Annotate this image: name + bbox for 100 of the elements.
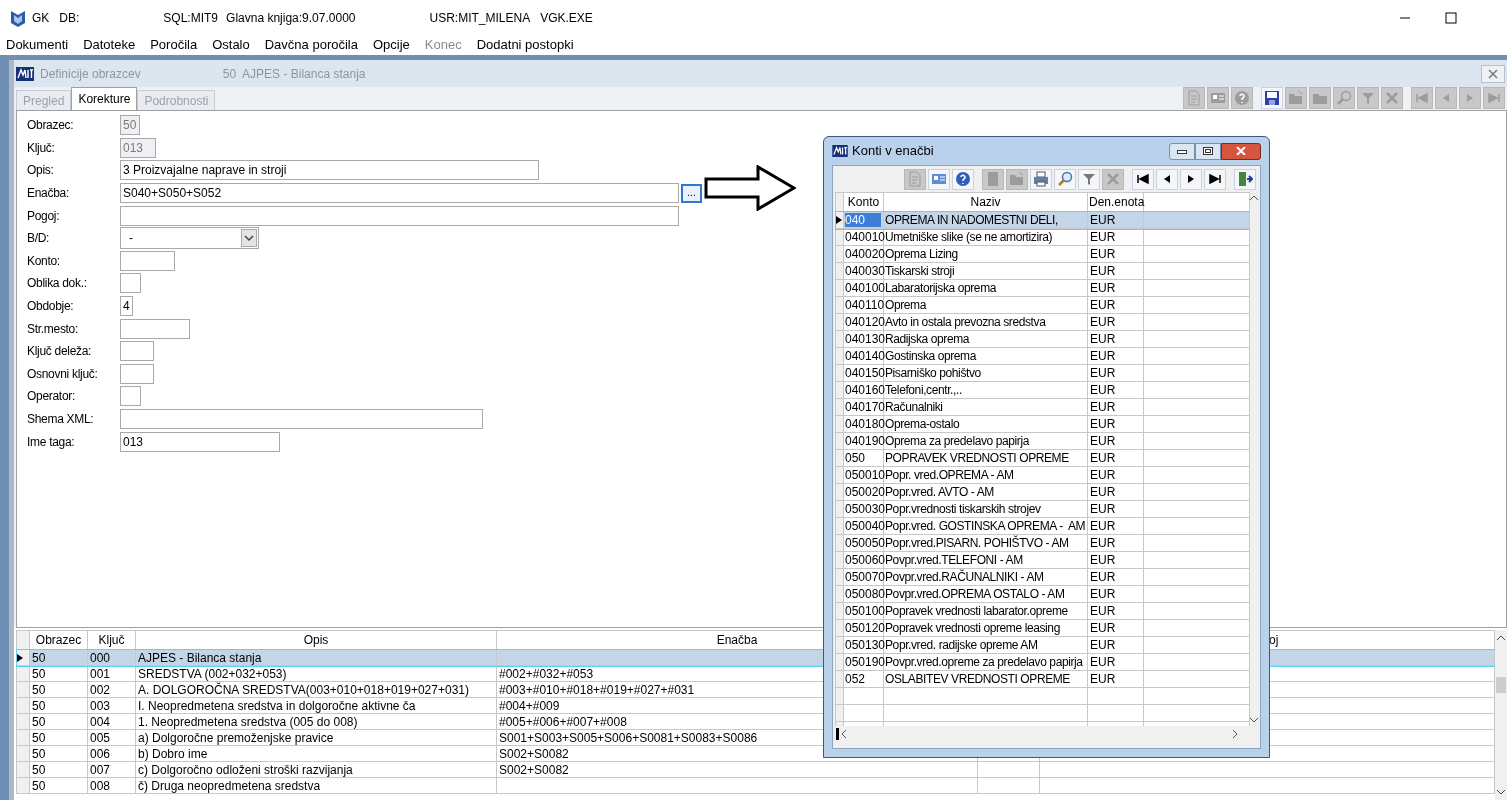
scroll-thumb[interactable] xyxy=(1496,677,1506,693)
table-cell: b) Dobro ime xyxy=(138,746,208,761)
input-field[interactable] xyxy=(120,363,154,384)
input-field[interactable]: 013 xyxy=(120,137,156,158)
table-cell: 050060 xyxy=(845,553,886,567)
table-cell: EUR xyxy=(1090,536,1116,550)
close-button[interactable] xyxy=(1221,142,1261,160)
toolbar-button[interactable] xyxy=(1156,168,1178,190)
input-field[interactable] xyxy=(120,273,141,294)
table-row[interactable]: 040 OPREMA IN NADOMESTNI DELI, EUR xyxy=(835,211,1250,229)
column-header[interactable]: oj xyxy=(1269,633,1279,647)
cross-icon xyxy=(1384,90,1400,106)
table-cell: Umetniške slike (se ne amortizira) xyxy=(885,230,1053,244)
search-icon xyxy=(1057,171,1073,187)
table-cell: 040110 xyxy=(845,298,885,312)
close-icon xyxy=(1236,147,1246,155)
skip-forward-icon xyxy=(1486,90,1502,106)
table-cell: č) Druga neopredmetena sredstva xyxy=(138,778,321,793)
table-cell: S001+S003+S005+S006+S0081+S0083+S0086 xyxy=(499,730,758,745)
input-field[interactable] xyxy=(120,409,483,429)
table-cell: 040120 xyxy=(845,315,886,329)
table-cell: Popravek vrednosti labarator.opreme xyxy=(885,604,1068,618)
table-cell: Radijska oprema xyxy=(885,332,970,346)
table-cell: 050020 xyxy=(845,485,886,499)
table-cell: #003+#010+#018+#019+#027+#031 xyxy=(499,682,695,697)
browse-button[interactable]: ... xyxy=(681,183,702,203)
input-field[interactable]: 50 xyxy=(120,115,140,136)
menu-item[interactable]: Opcije xyxy=(372,35,410,55)
dialog-title: Konti v enačbi xyxy=(852,142,934,161)
table-cell: EUR xyxy=(1090,315,1116,329)
scroll-right-icon[interactable] xyxy=(1232,729,1238,739)
folder-icon xyxy=(1009,171,1025,187)
toolbar-button[interactable] xyxy=(1261,87,1283,109)
table-cell: 050 xyxy=(845,451,866,465)
vertical-scrollbar[interactable] xyxy=(1250,192,1258,726)
table-cell: 040160 xyxy=(845,383,886,397)
vertical-scrollbar[interactable] xyxy=(1495,630,1507,800)
close-icon xyxy=(1487,68,1499,79)
input-field[interactable]: S040+S050+S052 xyxy=(120,183,679,204)
mit-logo-icon xyxy=(16,66,34,81)
input-field[interactable] xyxy=(120,341,154,362)
table-cell: 040150 xyxy=(845,366,886,380)
menu-item[interactable]: Davčna poročila xyxy=(264,35,358,55)
menu-item[interactable]: Dodatni postopki xyxy=(476,35,574,55)
input-field[interactable] xyxy=(120,318,190,339)
scroll-up-icon[interactable] xyxy=(1497,634,1505,640)
table-cell: Avto in ostala prevozna sredstva xyxy=(885,315,1046,329)
table-cell: 008 xyxy=(90,778,111,793)
field-label: Ključ: xyxy=(27,139,56,157)
restore-icon xyxy=(1203,147,1213,155)
column-header[interactable]: Opis xyxy=(303,633,329,647)
toolbar-button[interactable] xyxy=(1234,168,1256,190)
tab[interactable]: Korekture xyxy=(71,87,138,110)
table-cell: I. Neopredmetena sredstva in dolgoročne aktivne ča xyxy=(138,698,416,713)
table-cell: Popr.vrednosti tiskarskih strojev xyxy=(885,502,1041,516)
input-field[interactable] xyxy=(120,205,679,226)
table-cell: Popravek vrednosti opreme leasing xyxy=(885,621,1060,635)
input-field[interactable] xyxy=(120,250,175,271)
table-cell: 50 xyxy=(32,650,46,665)
table-cell: 50 xyxy=(32,746,46,761)
table-cell: 002 xyxy=(90,682,111,697)
field-label: Enačba: xyxy=(27,185,70,203)
input-field[interactable]: 4 xyxy=(120,296,133,317)
field-label: Obrazec: xyxy=(27,117,75,135)
table-cell: 1. Neopredmetena sredstva (005 do 008) xyxy=(138,714,358,729)
table-cell: S002+S0082 xyxy=(499,746,569,761)
document-icon xyxy=(907,171,923,187)
table-cell: Oprema za predelavo papirja xyxy=(885,434,1029,448)
scroll-down-icon[interactable] xyxy=(1250,717,1258,723)
table-cell: 50 xyxy=(32,714,46,729)
restore-button[interactable] xyxy=(1195,142,1221,160)
scroll-up-icon[interactable] xyxy=(1250,195,1258,201)
field-label: Opis: xyxy=(27,162,55,180)
toolbar-button[interactable] xyxy=(1132,168,1154,190)
table-cell: 001 xyxy=(90,666,111,681)
table-cell: 040020 xyxy=(845,247,886,261)
dropdown[interactable]: - xyxy=(120,227,259,250)
table-cell: Pisarniško pohištvo xyxy=(885,366,981,380)
scroll-left-icon[interactable] xyxy=(836,728,848,740)
menu-item[interactable]: Poročila xyxy=(150,35,198,55)
horizontal-scrollbar[interactable] xyxy=(835,726,1258,742)
input-field[interactable]: 013 xyxy=(120,431,280,452)
toolbar-button[interactable] xyxy=(1204,168,1226,190)
table-cell: EUR xyxy=(1090,349,1116,363)
scroll-down-icon[interactable] xyxy=(1497,790,1505,796)
menu-item[interactable]: Ostalo xyxy=(212,35,250,55)
table-cell: Popr.vred. radijske opreme AM xyxy=(885,638,1038,652)
input-field[interactable]: 3 Proizvajalne naprave in stroji xyxy=(120,160,539,181)
table-cell: 050080 xyxy=(845,587,886,601)
column-header[interactable]: Enačba xyxy=(716,633,758,647)
skip-forward-icon xyxy=(1207,171,1223,187)
table-cell: EUR xyxy=(1090,604,1116,618)
table-cell: 50 xyxy=(32,666,46,681)
menu-item[interactable]: Dokumenti xyxy=(6,35,69,55)
maximize-icon[interactable] xyxy=(1445,11,1457,24)
toolbar-button[interactable] xyxy=(1180,168,1202,190)
field-label: B/D: xyxy=(27,230,51,248)
menu-item[interactable]: Datoteke xyxy=(83,35,136,55)
minimize-button[interactable] xyxy=(1169,142,1195,160)
input-field[interactable] xyxy=(120,386,141,407)
